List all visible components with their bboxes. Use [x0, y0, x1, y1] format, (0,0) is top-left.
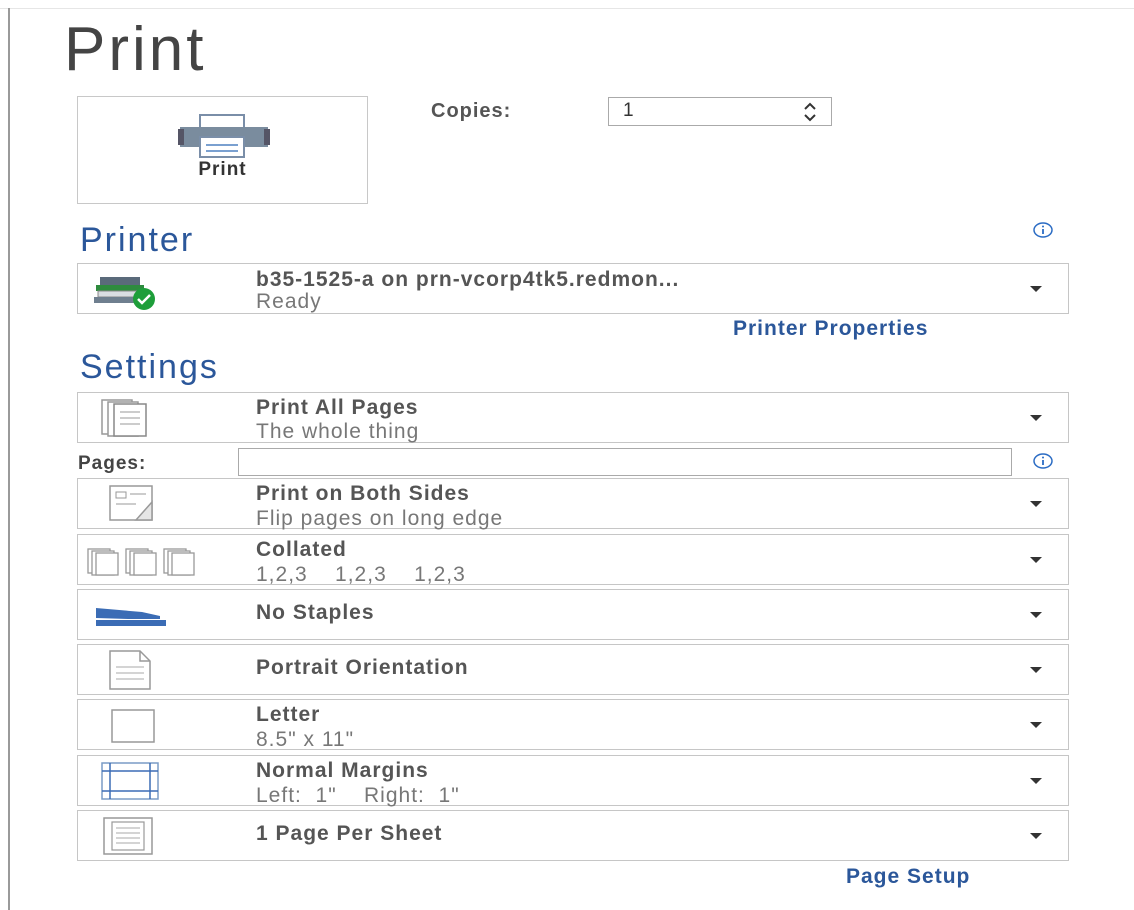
print-button[interactable]: Print [77, 96, 368, 204]
duplex-title: Print on Both Sides [256, 482, 470, 505]
copies-label: Copies: [431, 100, 512, 122]
printer-name: b35-1525-a on prn-vcorp4tk5.redmon... [256, 268, 680, 291]
pages-per-sheet-title: 1 Page Per Sheet [256, 822, 443, 845]
orientation-title: Portrait Orientation [256, 656, 469, 679]
pages-input[interactable] [238, 448, 1012, 476]
printer-icon [178, 114, 270, 158]
chevron-down-icon [1030, 286, 1042, 292]
printer-section-title: Printer [80, 221, 195, 259]
duplex-icon [109, 485, 153, 521]
margins-dropdown[interactable]: Normal Margins Left: 1" Right: 1" [77, 755, 1069, 807]
collation-subtitle: 1,2,3 1,2,3 1,2,3 [256, 563, 466, 586]
settings-section-title: Settings [80, 348, 219, 386]
printer-info-icon[interactable] [1032, 222, 1054, 238]
paper-size-title: Letter [256, 703, 321, 726]
print-range-title: Print All Pages [256, 396, 419, 419]
chevron-down-icon [1030, 557, 1042, 563]
print-range-dropdown[interactable]: Print All Pages The whole thing [77, 392, 1069, 443]
backstage-divider [8, 8, 10, 910]
margins-title: Normal Margins [256, 759, 429, 782]
chevron-down-icon [1030, 667, 1042, 673]
top-edge [0, 0, 1134, 9]
margins-icon [101, 762, 159, 800]
pages-stack-icon [101, 399, 147, 437]
chevron-down-icon [1030, 415, 1042, 421]
collated-icon [87, 548, 195, 576]
printer-properties-link[interactable]: Printer Properties [733, 317, 928, 341]
duplex-subtitle: Flip pages on long edge [256, 507, 504, 530]
chevron-down-icon [1030, 612, 1042, 618]
collation-dropdown[interactable]: Collated 1,2,3 1,2,3 1,2,3 [77, 534, 1069, 586]
paper-size-dropdown[interactable]: Letter 8.5" x 11" [77, 699, 1069, 751]
margins-subtitle: Left: 1" Right: 1" [256, 784, 460, 807]
collation-title: Collated [256, 538, 347, 561]
staple-dropdown[interactable]: No Staples [77, 589, 1069, 640]
printer-ready-icon [94, 277, 155, 310]
pages-label: Pages: [78, 453, 147, 474]
staple-title: No Staples [256, 601, 375, 624]
print-button-label: Print [198, 159, 247, 180]
spin-arrows-icon[interactable] [801, 101, 819, 123]
orientation-dropdown[interactable]: Portrait Orientation [77, 644, 1069, 695]
paper-size-subtitle: 8.5" x 11" [256, 728, 355, 751]
pages-info-icon[interactable] [1032, 453, 1054, 469]
printer-status: Ready [256, 290, 322, 313]
page-setup-link[interactable]: Page Setup [846, 865, 970, 889]
pages-per-sheet-icon [103, 817, 153, 855]
pages-per-sheet-dropdown[interactable]: 1 Page Per Sheet [77, 810, 1069, 861]
chevron-down-icon [1030, 501, 1042, 507]
printer-dropdown[interactable]: b35-1525-a on prn-vcorp4tk5.redmon... Re… [77, 263, 1069, 314]
stapler-icon [96, 608, 166, 626]
copies-stepper[interactable]: 1 [608, 97, 832, 126]
chevron-down-icon [1030, 778, 1042, 784]
chevron-down-icon [1030, 833, 1042, 839]
copies-value: 1 [623, 100, 634, 121]
chevron-down-icon [1030, 722, 1042, 728]
duplex-dropdown[interactable]: Print on Both Sides Flip pages on long e… [77, 478, 1069, 530]
print-range-subtitle: The whole thing [256, 420, 420, 443]
portrait-page-icon [109, 650, 151, 690]
paper-size-icon [111, 709, 155, 743]
page-title: Print [64, 15, 207, 84]
